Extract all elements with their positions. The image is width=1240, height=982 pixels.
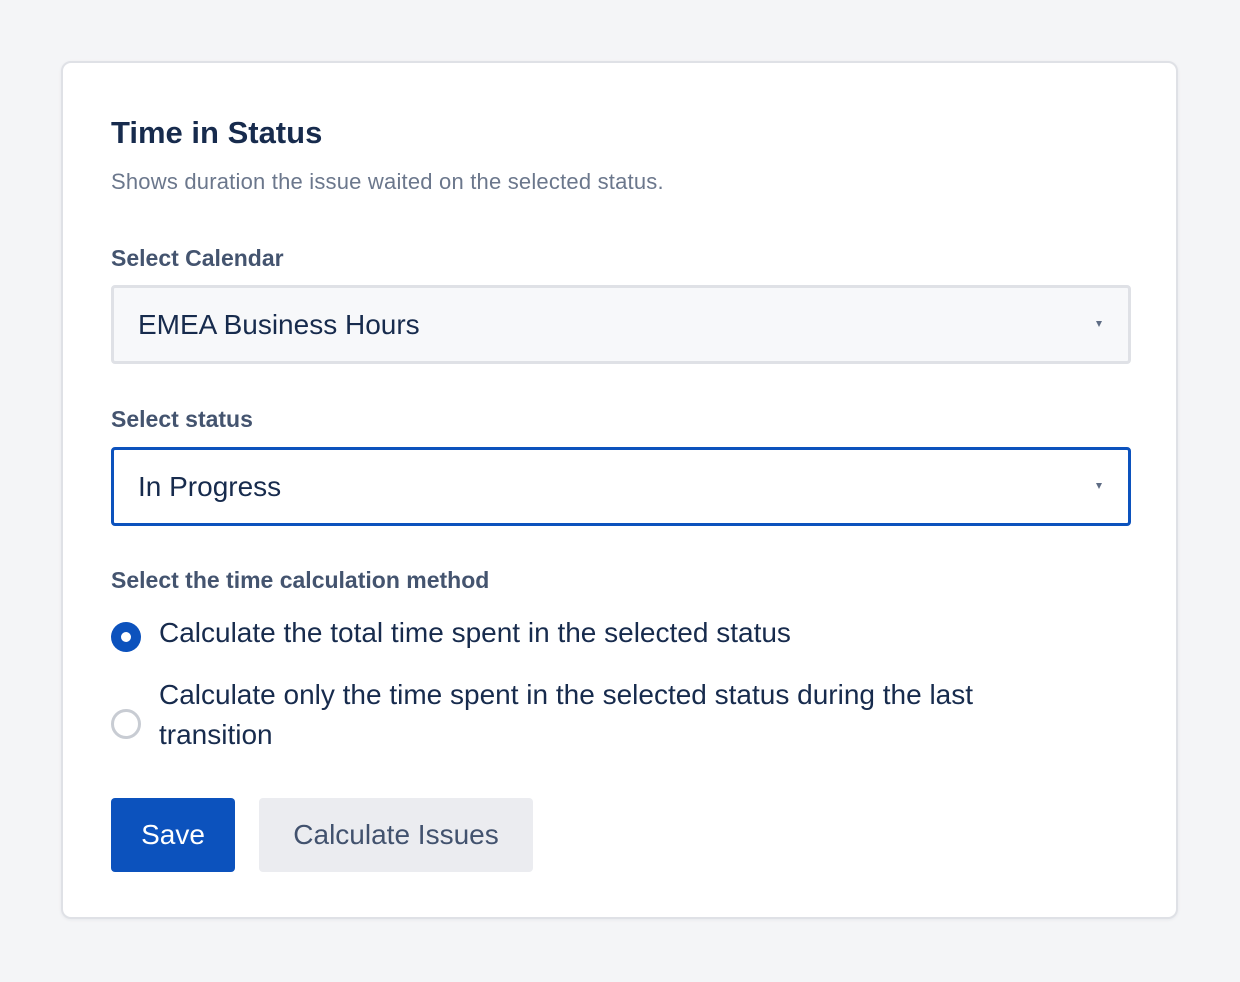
radio-unchecked-icon[interactable] [111, 709, 141, 739]
radio-option-last-transition[interactable]: Calculate only the time spent in the sel… [111, 675, 1071, 755]
radio-checked-icon[interactable] [111, 622, 141, 652]
chevron-down-icon [1096, 483, 1102, 489]
save-button[interactable]: Save [111, 798, 235, 872]
status-field-label: Select status [111, 406, 253, 432]
calendar-select[interactable]: EMEA Business Hours [111, 285, 1131, 364]
calendar-field-label: Select Calendar [111, 245, 284, 271]
radio-option-label: Calculate only the time spent in the sel… [159, 679, 974, 750]
calculation-method-label: Select the time calculation method [111, 567, 490, 593]
chevron-down-icon [1096, 321, 1102, 327]
calendar-select-value: EMEA Business Hours [138, 309, 420, 340]
time-in-status-card: Time in Status Shows duration the issue … [61, 61, 1178, 919]
card-title: Time in Status [111, 115, 323, 150]
radio-option-label: Calculate the total time spent in the se… [159, 617, 791, 648]
card-subtitle: Shows duration the issue waited on the s… [111, 169, 664, 194]
status-select[interactable]: In Progress [111, 447, 1131, 526]
calculate-issues-button[interactable]: Calculate Issues [259, 798, 533, 872]
radio-option-total-time[interactable]: Calculate the total time spent in the se… [111, 613, 1071, 653]
status-select-value: In Progress [138, 471, 282, 502]
